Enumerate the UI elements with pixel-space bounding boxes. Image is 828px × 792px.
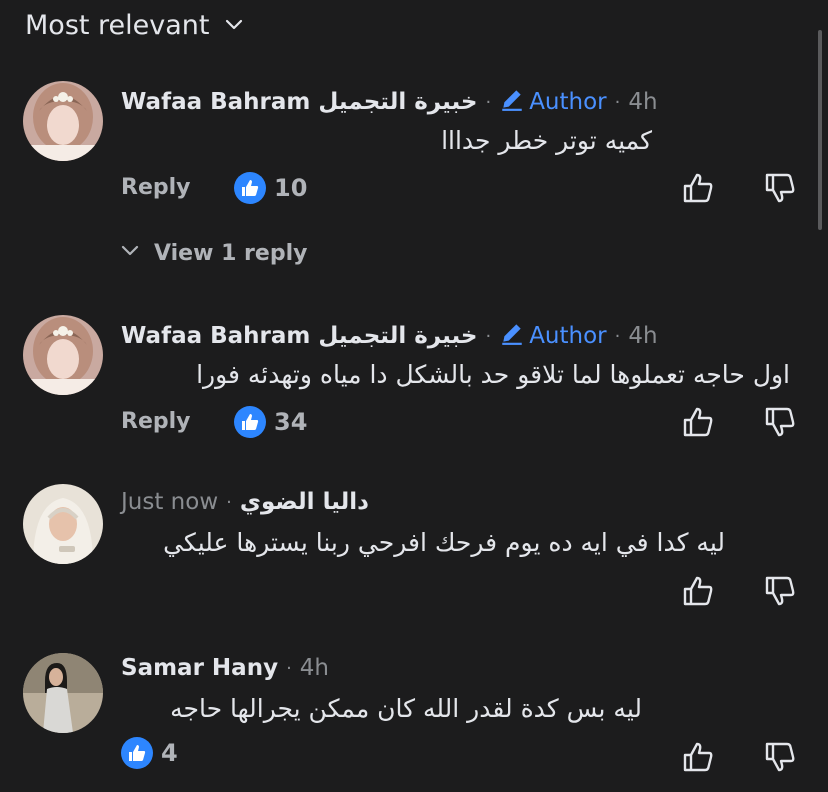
pencil-icon <box>499 86 525 118</box>
thumbs-down-icon[interactable] <box>763 574 797 608</box>
commenter-name[interactable]: Wafaa Bahram خبيرة التجميل <box>121 89 477 115</box>
comment-header: Wafaa Bahram خبيرة التجميل · Author · 4h <box>121 320 658 352</box>
avatar[interactable] <box>23 653 103 733</box>
like-number: 34 <box>274 408 308 436</box>
separator-dot: · <box>226 491 232 513</box>
reply-button[interactable]: Reply <box>121 175 191 200</box>
comment-text: ليه كدا في ايه ده يوم فرحك افرحي ربنا يس… <box>163 528 725 557</box>
thumbs-up-icon[interactable] <box>681 171 715 205</box>
commenter-name[interactable]: داليا الضوي <box>240 489 369 515</box>
view-replies-button[interactable]: View 1 reply <box>120 240 307 266</box>
comment-header: Just now · داليا الضوي <box>121 489 369 515</box>
separator-dot: · <box>485 325 492 347</box>
author-label: Author <box>529 323 607 349</box>
scrollbar[interactable] <box>818 30 822 230</box>
pencil-icon <box>499 320 525 352</box>
separator-dot: · <box>614 91 621 113</box>
comment-text: كميه توتر خطر جدااا <box>441 126 652 155</box>
avatar[interactable] <box>23 484 103 564</box>
timestamp: 4h <box>628 323 658 349</box>
timestamp: Just now <box>121 489 219 515</box>
chevron-down-icon <box>224 14 244 38</box>
thumbs-up-icon[interactable] <box>681 574 715 608</box>
thumbs-up-icon[interactable] <box>681 740 715 774</box>
comment-text: ليه بس كدة لقدر الله كان ممكن يجرالها حا… <box>170 694 642 723</box>
like-icon <box>234 172 266 204</box>
separator-dot: · <box>286 657 292 679</box>
like-icon <box>121 737 153 769</box>
like-count[interactable]: 34 <box>234 406 307 438</box>
author-badge: Author <box>499 320 607 352</box>
thumbs-down-icon[interactable] <box>763 405 797 439</box>
author-badge: Author <box>499 86 607 118</box>
view-replies-label: View 1 reply <box>154 240 308 266</box>
thumbs-up-icon[interactable] <box>681 405 715 439</box>
reply-button[interactable]: Reply <box>121 409 191 434</box>
like-count[interactable]: 4 <box>121 737 178 769</box>
like-icon <box>234 406 266 438</box>
sort-label: Most relevant <box>25 10 210 41</box>
timestamp: 4h <box>628 89 658 115</box>
comment-header: Wafaa Bahram خبيرة التجميل · Author · 4h <box>121 86 658 118</box>
thumbs-down-icon[interactable] <box>763 171 797 205</box>
like-count[interactable]: 10 <box>234 172 307 204</box>
commenter-name[interactable]: Samar Hany <box>121 655 278 681</box>
avatar[interactable] <box>23 81 103 161</box>
like-number: 10 <box>274 174 308 202</box>
commenter-name[interactable]: Wafaa Bahram خبيرة التجميل <box>121 323 477 349</box>
chevron-down-icon <box>120 240 140 266</box>
separator-dot: · <box>485 91 492 113</box>
author-label: Author <box>529 89 607 115</box>
comment-header: Samar Hany · 4h <box>121 655 329 681</box>
timestamp: 4h <box>299 655 330 681</box>
like-number: 4 <box>161 739 178 767</box>
sort-dropdown[interactable]: Most relevant <box>25 10 244 41</box>
thumbs-down-icon[interactable] <box>763 740 797 774</box>
separator-dot: · <box>614 325 621 347</box>
avatar[interactable] <box>23 315 103 395</box>
comment-text: اول حاجه تعملوها لما تلاقو حد بالشكل دا … <box>196 360 790 389</box>
